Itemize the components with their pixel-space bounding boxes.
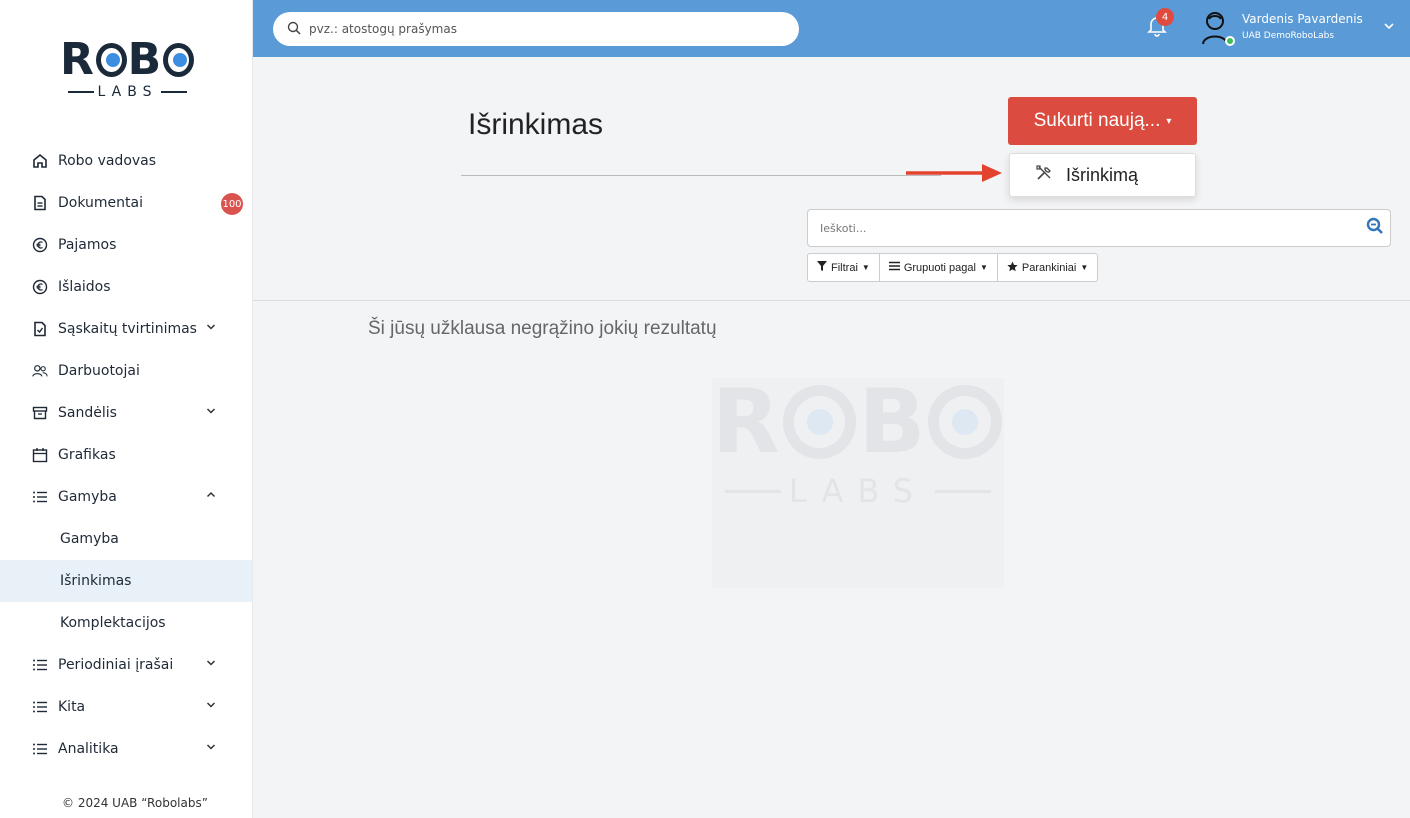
red-arrow-annotation <box>906 164 1002 182</box>
sidebar-item-grafikas[interactable]: Grafikas <box>0 434 252 476</box>
euro-circle-icon <box>32 279 48 295</box>
sidebar-subitem-label: Gamyba <box>60 531 119 547</box>
sidebar-item-label: Gamyba <box>58 489 117 505</box>
star-icon <box>1007 260 1018 275</box>
divider <box>253 300 1410 301</box>
sidebar-item-saskaitu-tvirtinimas[interactable]: Sąskaitų tvirtinimas <box>0 308 252 350</box>
chevron-down-icon[interactable] <box>1383 20 1395 36</box>
sidebar-item-kita[interactable]: Kita <box>0 686 252 728</box>
home-icon <box>32 153 48 169</box>
records-search-box[interactable] <box>807 209 1391 247</box>
sidebar-item-label: Pajamos <box>58 237 117 253</box>
archive-icon <box>32 405 48 421</box>
sidebar-subitem-label: Išrinkimas <box>60 573 132 589</box>
filters-button[interactable]: Filtrai ▼ <box>807 253 880 282</box>
caret-down-icon: ▼ <box>1080 263 1089 272</box>
sidebar-subitem-isrinkimas[interactable]: Išrinkimas <box>0 560 252 602</box>
create-new-button[interactable]: Sukurti naują... ▾ <box>1008 97 1197 145</box>
sidebar-item-darbuotojai[interactable]: Darbuotojai <box>0 350 252 392</box>
copyright-text: © 2024 UAB “Robolabs” <box>62 796 208 810</box>
sidebar-item-gamyba[interactable]: Gamyba <box>0 476 252 518</box>
chevron-down-icon <box>206 322 216 332</box>
sidebar-item-label: Analitika <box>58 741 119 757</box>
filter-icon <box>817 261 827 274</box>
document-icon <box>32 195 48 211</box>
records-search-input[interactable] <box>820 222 1340 235</box>
calendar-icon <box>32 447 48 463</box>
sidebar-item-islaidos[interactable]: Išlaidos <box>0 266 252 308</box>
sidebar: RB LABS Robo vadovas Dokumentai 100 Paja… <box>0 0 253 818</box>
sidebar-item-periodiniai-irasai[interactable]: Periodiniai įrašai <box>0 644 252 686</box>
chevron-up-icon <box>206 490 216 500</box>
chevron-down-icon <box>206 406 216 416</box>
caret-down-icon: ▼ <box>979 263 988 272</box>
sidebar-item-label: Sąskaitų tvirtinimas <box>58 321 197 337</box>
robolabs-watermark-logo: RB LABS <box>712 378 1004 588</box>
chevron-down-icon <box>206 742 216 752</box>
sidebar-item-label: Darbuotojai <box>58 363 140 379</box>
empty-results-message: Ši jūsų užklausa negrąžino jokių rezulta… <box>368 318 717 339</box>
sidebar-subitem-gamyba[interactable]: Gamyba <box>0 518 252 560</box>
dropdown-item-isrinkima[interactable]: Išrinkimą <box>1009 153 1196 197</box>
dropdown-item-label: Išrinkimą <box>1066 164 1139 185</box>
group-by-button[interactable]: Grupuoti pagal ▼ <box>878 253 998 282</box>
sidebar-item-label: Sandėlis <box>58 405 117 421</box>
search-options-bar: Filtrai ▼ Grupuoti pagal ▼ Parankiniai ▼ <box>807 253 1099 282</box>
euro-circle-icon <box>32 237 48 253</box>
search-icon[interactable] <box>1366 217 1384 235</box>
chevron-down-icon <box>206 658 216 668</box>
users-icon <box>32 363 48 379</box>
sidebar-item-label: Išlaidos <box>58 279 111 295</box>
list-icon <box>32 657 48 673</box>
list-icon <box>32 489 48 505</box>
global-search[interactable] <box>273 12 799 46</box>
documents-count-badge: 100 <box>221 193 243 215</box>
sidebar-item-label: Kita <box>58 699 86 715</box>
list-icon <box>32 741 48 757</box>
sidebar-nav: Robo vadovas Dokumentai 100 Pajamos Išla… <box>0 140 252 770</box>
sidebar-item-dokumentai[interactable]: Dokumentai 100 <box>0 182 252 224</box>
notification-count-badge: 4 <box>1156 8 1174 26</box>
caret-down-icon: ▾ <box>1166 115 1172 127</box>
top-bar: 4 Vardenis Pavardenis UAB DemoRoboLabs <box>253 0 1410 57</box>
divider <box>461 175 941 176</box>
favorites-button[interactable]: Parankiniai ▼ <box>996 253 1099 282</box>
sidebar-item-label: Dokumentai <box>58 195 143 211</box>
tools-icon <box>1036 164 1052 186</box>
sidebar-item-label: Robo vadovas <box>58 153 157 169</box>
user-company: UAB DemoRoboLabs <box>1242 31 1335 41</box>
robolabs-logo[interactable]: RB LABS <box>60 38 195 108</box>
sidebar-subitem-label: Komplektacijos <box>60 615 166 631</box>
check-file-icon <box>32 321 48 337</box>
sidebar-item-analitika[interactable]: Analitika <box>0 728 252 770</box>
sidebar-subitem-komplektacijos[interactable]: Komplektacijos <box>0 602 252 644</box>
caret-down-icon: ▼ <box>861 263 870 272</box>
page-title: Išrinkimas <box>468 108 604 141</box>
sidebar-item-robo-vadovas[interactable]: Robo vadovas <box>0 140 252 182</box>
sidebar-item-sandelis[interactable]: Sandėlis <box>0 392 252 434</box>
sidebar-item-label: Grafikas <box>58 447 116 463</box>
create-new-label: Sukurti naują... <box>1033 110 1161 131</box>
sidebar-item-pajamos[interactable]: Pajamos <box>0 224 252 266</box>
user-name[interactable]: Vardenis Pavardenis <box>1242 12 1363 26</box>
online-status-dot <box>1225 36 1235 46</box>
bars-icon <box>888 261 900 274</box>
list-icon <box>32 699 48 715</box>
search-icon <box>287 20 301 39</box>
chevron-down-icon <box>206 700 216 710</box>
sidebar-item-label: Periodiniai įrašai <box>58 657 174 673</box>
global-search-input[interactable] <box>309 22 769 36</box>
